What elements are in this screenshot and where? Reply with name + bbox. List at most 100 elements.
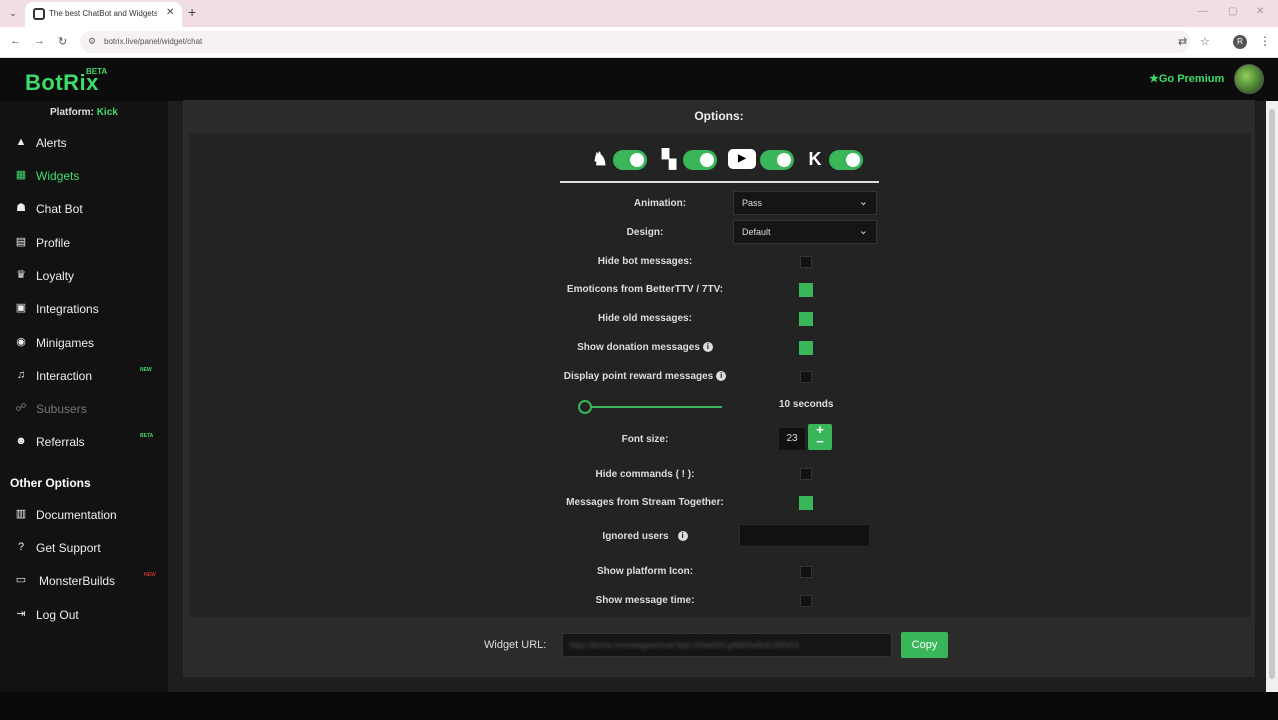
- font-size-stepper[interactable]: + −: [808, 423, 832, 450]
- sidebar-item-minigames[interactable]: ◉ Minigames: [0, 328, 168, 356]
- tab-title: The best ChatBot and Widgets: [49, 9, 157, 18]
- window-close-icon[interactable]: ✕: [1256, 6, 1264, 17]
- sidebar-item-subusers[interactable]: ☍ Subusers: [0, 394, 168, 422]
- options-box: ♞ ▚ ▶ K Animation: Pass ⌄ Design: Defaul…: [189, 134, 1251, 617]
- sidebar-item-label: Log Out: [36, 608, 79, 622]
- bookmark-star-icon[interactable]: ☆: [1200, 35, 1210, 48]
- app: BotRix BETA ★Go Premium Platform: Kick ▲…: [0, 58, 1278, 692]
- hide-commands-checkbox[interactable]: [800, 468, 812, 480]
- url-input[interactable]: ⚙ botrix.live/panel/widget/chat: [80, 31, 1190, 53]
- trovo-toggle[interactable]: [613, 150, 647, 170]
- sidebar-item-monsterbuilds[interactable]: ▭ MonsterBuilds NEW: [0, 566, 168, 594]
- youtube-toggle[interactable]: [760, 150, 794, 170]
- sidebar-item-profile[interactable]: ▤ Profile: [0, 228, 168, 256]
- emoticons-label: Emoticons from BetterTTV / 7TV:: [566, 284, 724, 295]
- sidebar-item-referrals[interactable]: ☻ Referrals BETA: [0, 427, 168, 455]
- hide-bot-checkbox[interactable]: [800, 256, 812, 268]
- minus-icon[interactable]: −: [808, 435, 832, 448]
- twitch-icon: ▚: [662, 149, 676, 169]
- show-platform-icon-checkbox[interactable]: [800, 566, 812, 578]
- back-icon[interactable]: ←: [10, 35, 21, 47]
- display-point-checkbox[interactable]: [800, 371, 812, 383]
- ignored-users-row: Ignored users i: [525, 531, 765, 542]
- sidebar-item-integrations[interactable]: ▣ Integrations: [0, 294, 168, 322]
- translate-icon[interactable]: ⇄: [1178, 35, 1187, 48]
- new-tab-icon[interactable]: +: [188, 4, 196, 20]
- show-donation-label: Show donation messages: [577, 342, 700, 353]
- show-donation-row: Show donation messages i: [525, 342, 765, 353]
- show-donation-checkbox[interactable]: [799, 341, 813, 355]
- favicon-icon: [33, 8, 45, 20]
- design-select[interactable]: Default ⌄: [733, 220, 877, 244]
- stream-together-checkbox[interactable]: [799, 496, 813, 510]
- tab-search-icon[interactable]: ⌄: [5, 5, 21, 21]
- sidebar-item-label: Chat Bot: [36, 202, 83, 216]
- scrollbar-thumb[interactable]: [1269, 109, 1275, 679]
- browser-profile-icon[interactable]: R: [1233, 35, 1247, 49]
- top-bar: BotRix BETA ★Go Premium: [0, 58, 1278, 101]
- hide-bot-label: Hide bot messages:: [597, 256, 693, 267]
- animation-value: Pass: [742, 198, 763, 208]
- new-badge: NEW: [144, 572, 156, 578]
- sidebar-item-get-support[interactable]: ? Get Support: [0, 533, 168, 561]
- minimize-icon[interactable]: —: [1198, 6, 1208, 17]
- gamepad-icon: ◉: [16, 336, 26, 348]
- display-point-label: Display point reward messages: [563, 371, 714, 382]
- twitch-toggle[interactable]: [683, 150, 717, 170]
- sidebar-item-label: Integrations: [36, 302, 99, 316]
- logo-beta-badge: BETA: [86, 67, 108, 76]
- sidebar-item-documentation[interactable]: ▥ Documentation: [0, 500, 168, 528]
- sidebar-item-label: Get Support: [36, 541, 101, 555]
- sidebar-item-alerts[interactable]: ▲ Alerts: [0, 128, 168, 156]
- hide-after-slider-track[interactable]: [578, 406, 722, 408]
- display-point-row: Display point reward messages i: [525, 371, 765, 382]
- logout-icon: ⇥: [16, 608, 26, 620]
- kick-toggle[interactable]: [829, 150, 863, 170]
- robot-icon: ☗: [16, 202, 26, 214]
- show-message-time-checkbox[interactable]: [800, 595, 812, 607]
- font-size-input[interactable]: 23: [779, 428, 805, 450]
- page-title: Options:: [694, 109, 744, 123]
- platform-divider: [560, 181, 879, 183]
- site-info-icon[interactable]: ⚙: [88, 36, 96, 47]
- browser-tab[interactable]: The best ChatBot and Widgets ✕: [25, 2, 182, 27]
- avatar[interactable]: [1234, 64, 1264, 94]
- sidebar-item-log-out[interactable]: ⇥ Log Out: [0, 600, 168, 628]
- widgets-icon: ▦: [15, 169, 27, 181]
- tab-close-icon[interactable]: ✕: [166, 7, 174, 18]
- emoticons-checkbox[interactable]: [799, 283, 813, 297]
- copy-button[interactable]: Copy: [901, 632, 948, 658]
- page-scrollbar[interactable]: [1266, 101, 1278, 692]
- beta-badge: BETA: [140, 433, 154, 439]
- stream-together-label: Messages from Stream Together:: [566, 497, 724, 508]
- browser-tab-bar: ⌄ The best ChatBot and Widgets ✕ + — ▢ ✕: [0, 0, 1278, 27]
- reload-icon[interactable]: ↻: [58, 35, 67, 48]
- sidebar-item-label: Loyalty: [36, 269, 75, 283]
- ignored-users-label: Ignored users: [602, 531, 669, 542]
- integrations-icon: ▣: [15, 302, 27, 314]
- sidebar-item-chat-bot[interactable]: ☗ Chat Bot: [0, 194, 168, 222]
- maximize-icon[interactable]: ▢: [1228, 6, 1237, 17]
- design-value: Default: [742, 227, 771, 237]
- users-icon: ☻: [15, 435, 27, 447]
- hide-after-slider-thumb[interactable]: [578, 400, 593, 414]
- info-icon[interactable]: i: [716, 371, 727, 382]
- sidebar-item-interaction[interactable]: ♫ Interaction NEW: [0, 361, 168, 389]
- sidebar-item-widgets[interactable]: ▦ Widgets: [0, 161, 168, 189]
- go-premium-link[interactable]: ★Go Premium: [1149, 72, 1224, 85]
- info-icon[interactable]: i: [702, 342, 713, 353]
- sidebar-item-label: Profile: [36, 236, 71, 250]
- sidebar-item-loyalty[interactable]: ♛ Loyalty: [0, 261, 168, 289]
- widget-url-field[interactable]: https://botrix.live/widgets/chat?bid=3rf…: [562, 633, 892, 657]
- platform-indicator: Platform: Kick: [50, 107, 118, 118]
- info-icon[interactable]: i: [677, 531, 688, 542]
- animation-select[interactable]: Pass ⌄: [733, 191, 877, 215]
- browser-menu-icon[interactable]: ⋮: [1259, 34, 1271, 48]
- trovo-icon: ♞: [591, 149, 609, 169]
- ignored-users-input[interactable]: [739, 524, 870, 547]
- forward-icon[interactable]: →: [34, 35, 45, 47]
- sidebar-item-label: Subusers: [36, 402, 87, 416]
- sidebar-item-label: MonsterBuilds: [39, 574, 116, 588]
- platform-toggles: ♞ ▚ ▶ K: [589, 146, 879, 176]
- hide-old-checkbox[interactable]: [799, 312, 813, 326]
